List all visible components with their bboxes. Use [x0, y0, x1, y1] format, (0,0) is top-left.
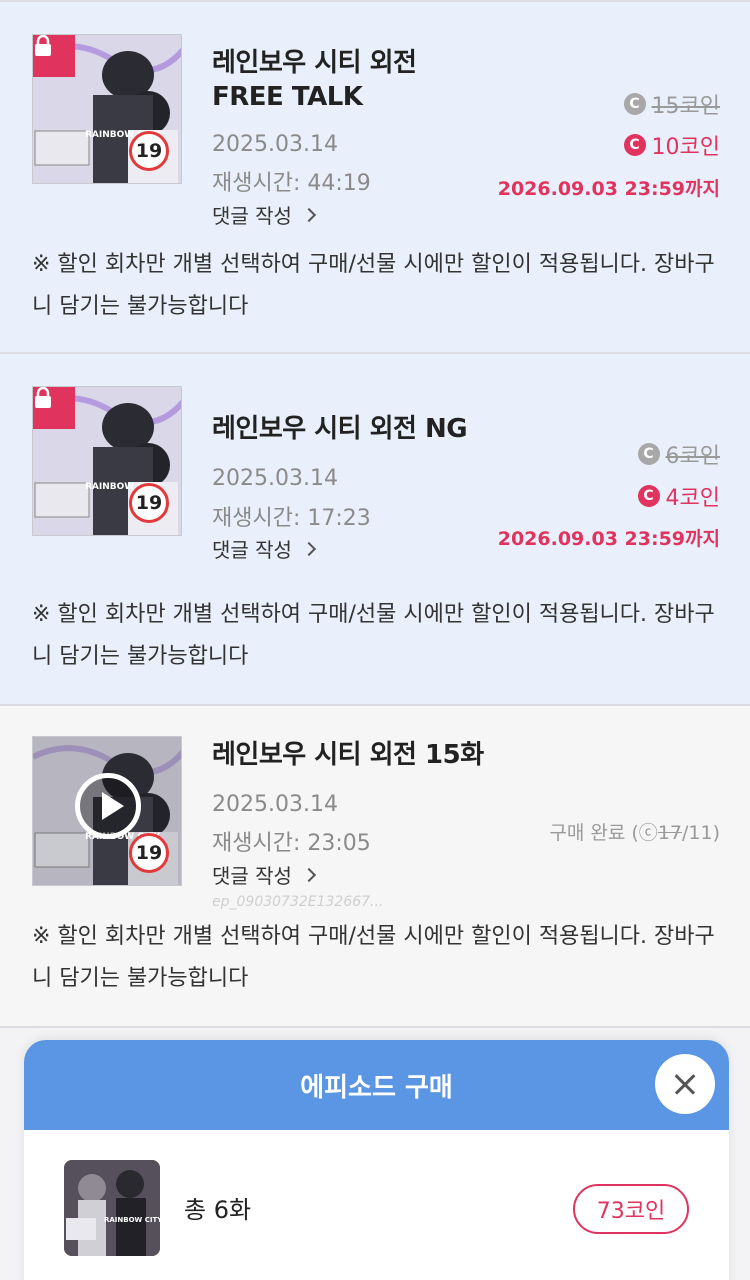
episode-runtime: 재생시간: 44:19 — [212, 171, 371, 196]
episode-title-line1: 레인보우 시티 외전 — [212, 48, 417, 78]
episode-thumbnail[interactable]: RAINBOW CITY 19 — [32, 34, 182, 184]
write-comment-label: 댓글 작성 — [212, 204, 292, 228]
modal-title: 에피소드 구매 — [300, 1072, 453, 1103]
episode-runtime: 재생시간: 17:23 — [212, 506, 371, 531]
episode-item-free-talk[interactable]: RAINBOW CITY 19 레인보우 시티 외전 FREE TALK 202… — [0, 0, 750, 354]
coin-icon: ⓒ — [638, 822, 658, 844]
episode-id: ep_09030732E132667... — [212, 894, 384, 910]
chevron-right-icon — [301, 541, 317, 556]
episode-title[interactable]: 레인보우 시티 외전 15화 — [212, 738, 484, 772]
cover-title-text: RAINBOW CITY — [104, 1216, 160, 1224]
discount-notice: ※ 할인 회차만 개별 선택하여 구매/선물 시에만 할인이 적용됩니다. 장바… — [32, 252, 715, 319]
purchase-original-price: 17 — [657, 822, 682, 844]
age-rating-badge: 19 — [129, 833, 169, 873]
episode-title[interactable]: 레인보우 시티 외전 NG — [212, 412, 468, 446]
sale-price: C 10코인 — [623, 129, 720, 161]
discount-deadline: 2026.09.03 23:59까지 — [497, 178, 720, 200]
discount-notice: ※ 할인 회차만 개별 선택하여 구매/선물 시에만 할인이 적용됩니다. 장바… — [32, 924, 715, 991]
episode-thumbnail[interactable]: RAINBOW CITY 19 — [32, 386, 182, 536]
episode-title-line1: 레인보우 시티 외전 NG — [212, 414, 468, 444]
bundle-thumbnail: RAINBOW CITY — [64, 1160, 160, 1256]
episode-title-line1: 레인보우 시티 외전 15화 — [212, 740, 484, 770]
episode-runtime: 재생시간: 23:05 — [212, 831, 371, 856]
lock-icon — [33, 387, 75, 429]
original-price-value: 15코인 — [651, 94, 720, 119]
sale-price-value: 10코인 — [651, 135, 720, 160]
episode-item-ng[interactable]: RAINBOW CITY 19 레인보우 시티 외전 NG 2025.03.14… — [0, 354, 750, 706]
total-price-button[interactable]: 73코인 — [573, 1184, 689, 1234]
episode-date: 2025.03.14 — [212, 466, 338, 491]
purchase-status-prefix: 구매 완료 ( — [549, 822, 639, 844]
episode-title[interactable]: 레인보우 시티 외전 FREE TALK — [212, 46, 417, 114]
close-icon[interactable] — [655, 1054, 715, 1114]
episode-date: 2025.03.14 — [212, 132, 338, 157]
discount-notice: ※ 할인 회차만 개별 선택하여 구매/선물 시에만 할인이 적용됩니다. 장바… — [32, 602, 715, 669]
sale-price: C 4코인 — [637, 480, 720, 512]
episode-item-15[interactable]: RAINBOW CITY 19 레인보우 시티 외전 15화 2025.03.1… — [0, 706, 750, 1028]
write-comment-label: 댓글 작성 — [212, 538, 292, 562]
age-rating-badge: 19 — [129, 131, 169, 171]
original-price: C 6코인 — [637, 438, 720, 470]
coin-icon: C — [637, 443, 660, 465]
coin-icon: C — [623, 93, 646, 115]
write-comment-link[interactable]: 댓글 작성 — [212, 860, 317, 889]
original-price: C 15코인 — [623, 88, 720, 120]
total-episodes-label: 총 6화 — [184, 1196, 252, 1224]
original-price-value: 6코인 — [665, 444, 720, 469]
discount-deadline: 2026.09.03 23:59까지 — [497, 528, 720, 550]
episode-date: 2025.03.14 — [212, 792, 338, 817]
chevron-right-icon — [301, 867, 317, 882]
cover-art-image: RAINBOW CITY — [64, 1160, 160, 1256]
episode-purchase-modal: 에피소드 구매 RAINBOW CITY 총 6화 73코인 — [24, 1040, 729, 1280]
write-comment-label: 댓글 작성 — [212, 864, 292, 888]
age-rating-badge: 19 — [129, 483, 169, 523]
lock-icon — [33, 35, 75, 77]
coin-icon: C — [623, 134, 646, 156]
coin-icon: C — [637, 485, 660, 507]
purchase-complete-status: 구매 완료 (ⓒ17/11) — [549, 818, 720, 845]
episode-thumbnail[interactable]: RAINBOW CITY 19 — [32, 736, 182, 886]
chevron-right-icon — [301, 207, 317, 222]
purchase-paid-price: /11) — [682, 822, 720, 844]
sale-price-value: 4코인 — [665, 486, 720, 511]
write-comment-link[interactable]: 댓글 작성 — [212, 534, 317, 563]
write-comment-link[interactable]: 댓글 작성 — [212, 200, 317, 229]
modal-header: 에피소드 구매 — [24, 1040, 729, 1130]
episode-title-line2: FREE TALK — [212, 82, 363, 112]
play-icon[interactable] — [75, 773, 141, 839]
